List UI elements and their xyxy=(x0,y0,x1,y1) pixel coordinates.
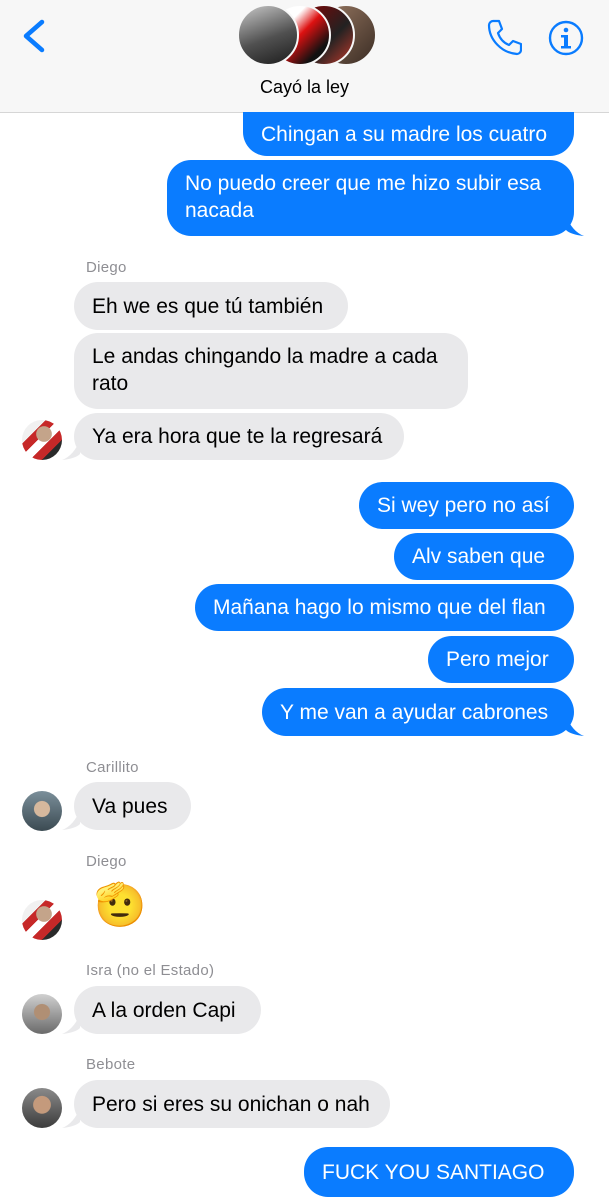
message-bubble-outgoing[interactable]: FUCK YOU SANTIAGO xyxy=(304,1147,574,1197)
sender-name: Diego xyxy=(86,259,127,276)
message-bubble-outgoing[interactable]: Alv saben que xyxy=(394,533,574,580)
message-bubble-incoming[interactable]: Va pues xyxy=(74,782,191,830)
message-bubble-incoming[interactable]: Eh we es que tú también xyxy=(74,282,348,330)
bubble-tail xyxy=(62,810,80,830)
avatar[interactable] xyxy=(22,1088,62,1128)
chat-title[interactable]: Cayó la ley xyxy=(0,77,609,98)
phone-icon[interactable] xyxy=(486,18,522,56)
conversation-header: Cayó la ley xyxy=(0,0,609,113)
avatar[interactable] xyxy=(22,420,62,460)
avatar[interactable] xyxy=(22,791,62,831)
chevron-left-icon[interactable] xyxy=(18,18,52,54)
avatar xyxy=(237,4,299,66)
avatar[interactable] xyxy=(22,900,62,940)
group-avatars[interactable] xyxy=(237,4,377,66)
message-bubble-outgoing[interactable]: Chingan a su madre los cuatro xyxy=(243,112,574,156)
message-bubble-incoming[interactable]: Pero si eres su onichan o nah xyxy=(74,1080,390,1128)
avatar[interactable] xyxy=(22,994,62,1034)
message-bubble-incoming[interactable]: A la orden Capi xyxy=(74,986,261,1034)
sender-name: Isra (no el Estado) xyxy=(86,962,215,979)
emoji-message[interactable]: 🫡 xyxy=(94,880,146,930)
message-bubble-outgoing[interactable]: Pero mejor xyxy=(428,636,574,683)
sender-name: Carillito xyxy=(86,759,139,776)
info-icon[interactable] xyxy=(548,20,584,56)
message-bubble-outgoing[interactable]: Mañana hago lo mismo que del flan xyxy=(195,584,574,631)
bubble-tail xyxy=(62,1108,80,1128)
bubble-tail xyxy=(62,1014,80,1034)
sender-name: Bebote xyxy=(86,1056,136,1073)
sender-name: Diego xyxy=(86,853,127,870)
message-bubble-outgoing[interactable]: Y me van a ayudar cabrones xyxy=(262,688,574,736)
message-bubble-outgoing[interactable]: No puedo creer que me hizo subir esa nac… xyxy=(167,160,574,236)
bubble-tail xyxy=(566,216,584,236)
message-bubble-outgoing[interactable]: Si wey pero no así xyxy=(359,482,574,529)
bubble-tail xyxy=(566,716,584,736)
message-bubble-incoming[interactable]: Ya era hora que te la regresará xyxy=(74,413,404,460)
message-bubble-incoming[interactable]: Le andas chingando la madre a cada rato xyxy=(74,333,468,409)
bubble-tail xyxy=(62,440,80,460)
